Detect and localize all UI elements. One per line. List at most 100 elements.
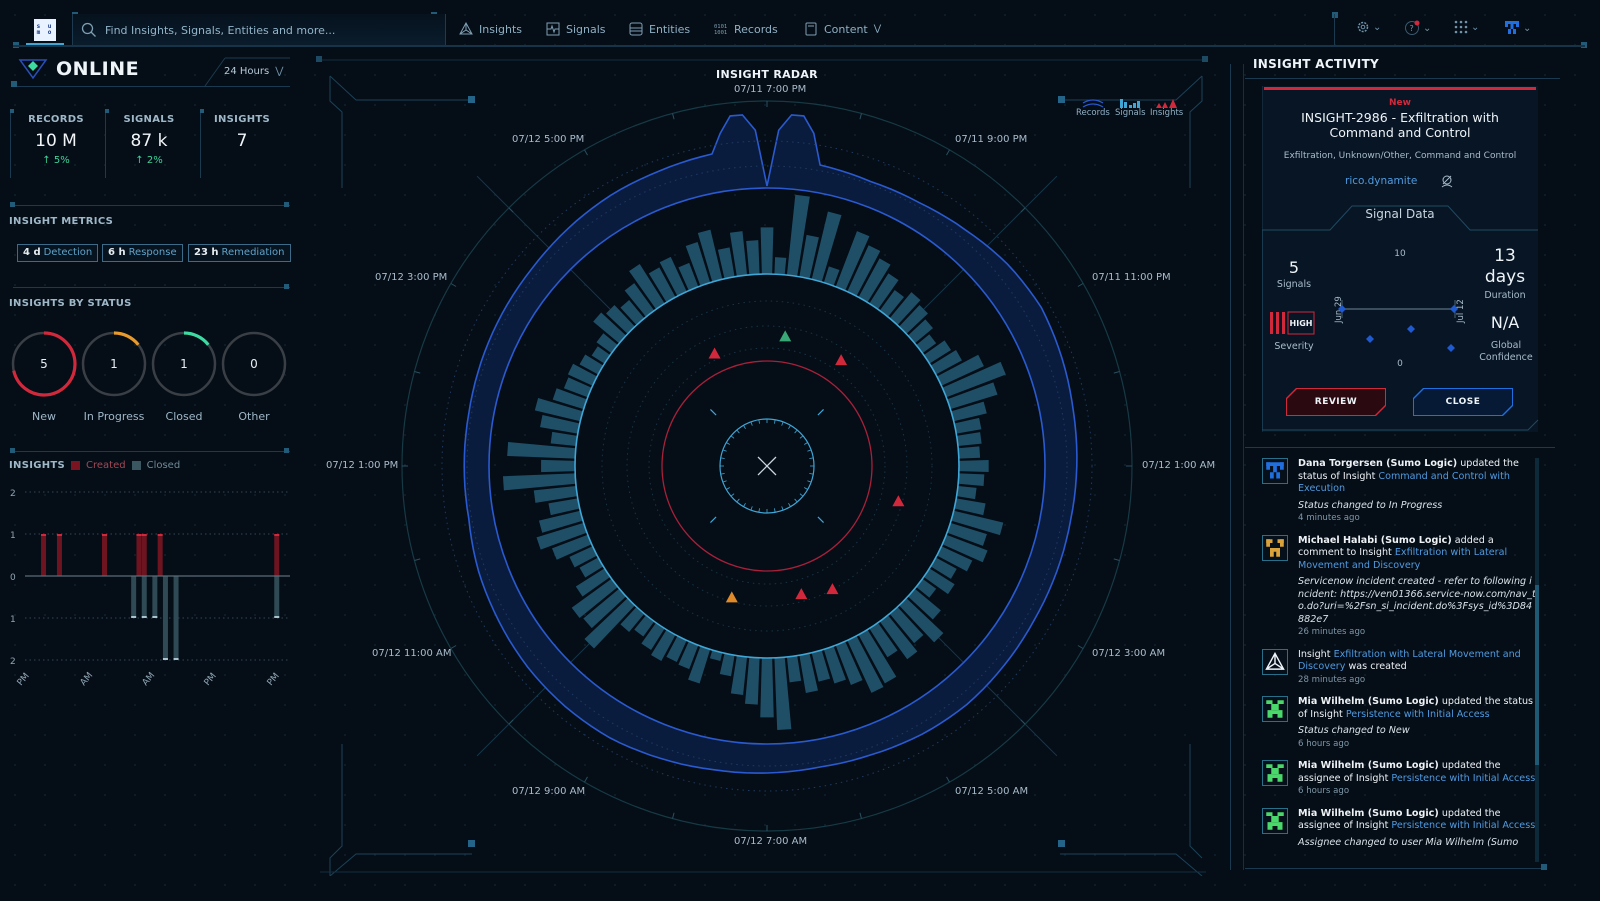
frame-corner [10, 448, 15, 453]
metric-detection[interactable]: 4 d Detection [17, 244, 99, 262]
axis-bottom-label: 0 [1397, 359, 1403, 369]
closed-bar[interactable] [274, 576, 280, 618]
search-input[interactable] [105, 23, 425, 37]
records-wave-icon [1082, 99, 1104, 108]
signal-bar[interactable] [958, 473, 985, 487]
signal-bar[interactable] [956, 432, 982, 447]
review-button[interactable]: REVIEW [1286, 388, 1386, 416]
nav-signals[interactable]: Signals [546, 22, 606, 36]
settings-menu[interactable]: ⌄ [1356, 20, 1381, 34]
time-tick [414, 371, 421, 374]
signal-bar[interactable] [760, 657, 774, 718]
insight-link[interactable]: Persistence with Initial Access [1391, 820, 1535, 831]
y-tick-label: 0 [10, 573, 16, 583]
activity-body: Mia Wilhelm (Sumo Logic) updated the sta… [1298, 696, 1537, 750]
legend-label: Insights [1150, 108, 1184, 118]
close-button[interactable]: CLOSE [1413, 388, 1513, 416]
arrow-up-icon: ↑ [42, 155, 54, 166]
created-bar[interactable] [136, 534, 142, 576]
radar-legend-insights[interactable]: Insights [1150, 98, 1183, 118]
radar-time-label: 07/12 5:00 PM [512, 134, 585, 145]
insight-title[interactable]: INSIGHT-2986 - Exfiltration with Command… [1282, 110, 1518, 140]
bar-cap [41, 534, 47, 536]
confidence-label: Global Confidence [1479, 340, 1533, 363]
bar-cap [274, 616, 280, 618]
time-tick [414, 558, 421, 561]
signal-bar[interactable] [760, 227, 774, 275]
radar-legend-signals[interactable]: Signals [1115, 98, 1146, 118]
closed-bar[interactable] [173, 576, 179, 660]
status-label-in-progress: In Progress [83, 410, 145, 423]
status-count: 0 [250, 357, 258, 371]
signal-bar[interactable] [786, 655, 802, 683]
insight-link[interactable]: Persistence with Initial Access [1346, 709, 1490, 720]
sumo-logo[interactable]: s u m o [34, 19, 56, 41]
divider [10, 110, 11, 178]
metric-remediation[interactable]: 23 h Remediation [188, 244, 291, 262]
bar-cap [173, 658, 179, 660]
user-unassigned-icon[interactable] [1440, 174, 1454, 188]
signal-bar[interactable] [956, 485, 977, 500]
closed-bar[interactable] [162, 576, 168, 660]
chevron-down-icon: ⋁ [275, 66, 284, 77]
activity-note: Status changed to New [1298, 725, 1410, 736]
nav-content[interactable]: Content ⋁ [804, 22, 881, 36]
signal-point [1407, 325, 1415, 333]
closed-bar[interactable] [141, 576, 147, 618]
stat-value: 87 k [130, 131, 168, 151]
close-button-label: CLOSE [1414, 389, 1512, 415]
signal-bar[interactable] [746, 240, 760, 275]
created-bar[interactable] [274, 534, 280, 576]
activity-feed[interactable]: Dana Torgersen (Sumo Logic) updated the … [1262, 458, 1537, 863]
status-ring-in-progress[interactable]: 1 [80, 330, 148, 398]
radar-legend-records[interactable]: Records [1076, 98, 1110, 118]
insight-link[interactable]: Persistence with Initial Access [1391, 773, 1535, 784]
time-tick [1113, 371, 1120, 374]
severity-badge: HIGH [1290, 319, 1313, 328]
closed-bar[interactable] [152, 576, 158, 618]
frame-corner [11, 81, 17, 87]
created-bar[interactable] [157, 534, 163, 576]
signal-bar[interactable] [541, 459, 576, 473]
bar-cap [141, 616, 147, 618]
signal-bar[interactable] [550, 431, 578, 447]
signal-bar[interactable] [774, 257, 787, 275]
time-tick [584, 149, 588, 156]
time-tick [672, 812, 675, 819]
feed-scroll-thumb[interactable] [1535, 585, 1539, 765]
status-ring-new[interactable]: 5 [10, 330, 78, 398]
insight-entity-link[interactable]: rico.dynamite [1345, 175, 1417, 187]
status-ring-other[interactable]: 0 [220, 330, 288, 398]
arrow-up-icon: ↑ [135, 155, 147, 166]
nav-label: Insights [479, 22, 523, 36]
closed-bar[interactable] [131, 576, 137, 618]
nav-entities[interactable]: Entities [629, 22, 690, 36]
apps-menu[interactable]: ⌄ [1454, 20, 1479, 34]
time-range-selector[interactable]: 24 Hours ⋁ [224, 66, 283, 77]
created-bar[interactable] [102, 534, 107, 576]
time-tick [450, 645, 457, 649]
activity-time: 26 minutes ago [1298, 627, 1366, 637]
created-bar[interactable] [141, 534, 147, 576]
user-menu[interactable]: ⌄ [1504, 20, 1531, 36]
metric-response[interactable]: 6 h Response [102, 244, 183, 262]
date-end-label: Jul 12 [1456, 299, 1466, 324]
chevron-down-icon: ⌄ [1471, 21, 1480, 33]
nav-insights[interactable]: Insights [459, 22, 522, 36]
x-tick-label: PM [203, 671, 219, 688]
signal-bar[interactable] [954, 417, 982, 434]
signal-bar[interactable] [958, 460, 989, 472]
help-menu[interactable]: ? ⌄ [1404, 20, 1431, 36]
created-bar[interactable] [41, 534, 47, 576]
nav-records[interactable]: 0101 1001 Records [714, 22, 778, 37]
insights-chart-title: INSIGHTS [9, 460, 66, 471]
signal-bar[interactable] [958, 446, 981, 459]
status-ring-closed[interactable]: 1 [150, 330, 218, 398]
created-bar[interactable] [56, 534, 62, 576]
signal-bar[interactable] [719, 653, 735, 677]
global-search[interactable] [72, 14, 446, 46]
frame-corner [1332, 12, 1338, 18]
radar-time-label: 07/12 5:00 AM [955, 786, 1029, 797]
signal-bar[interactable] [744, 657, 760, 705]
frame-corner [284, 448, 289, 453]
